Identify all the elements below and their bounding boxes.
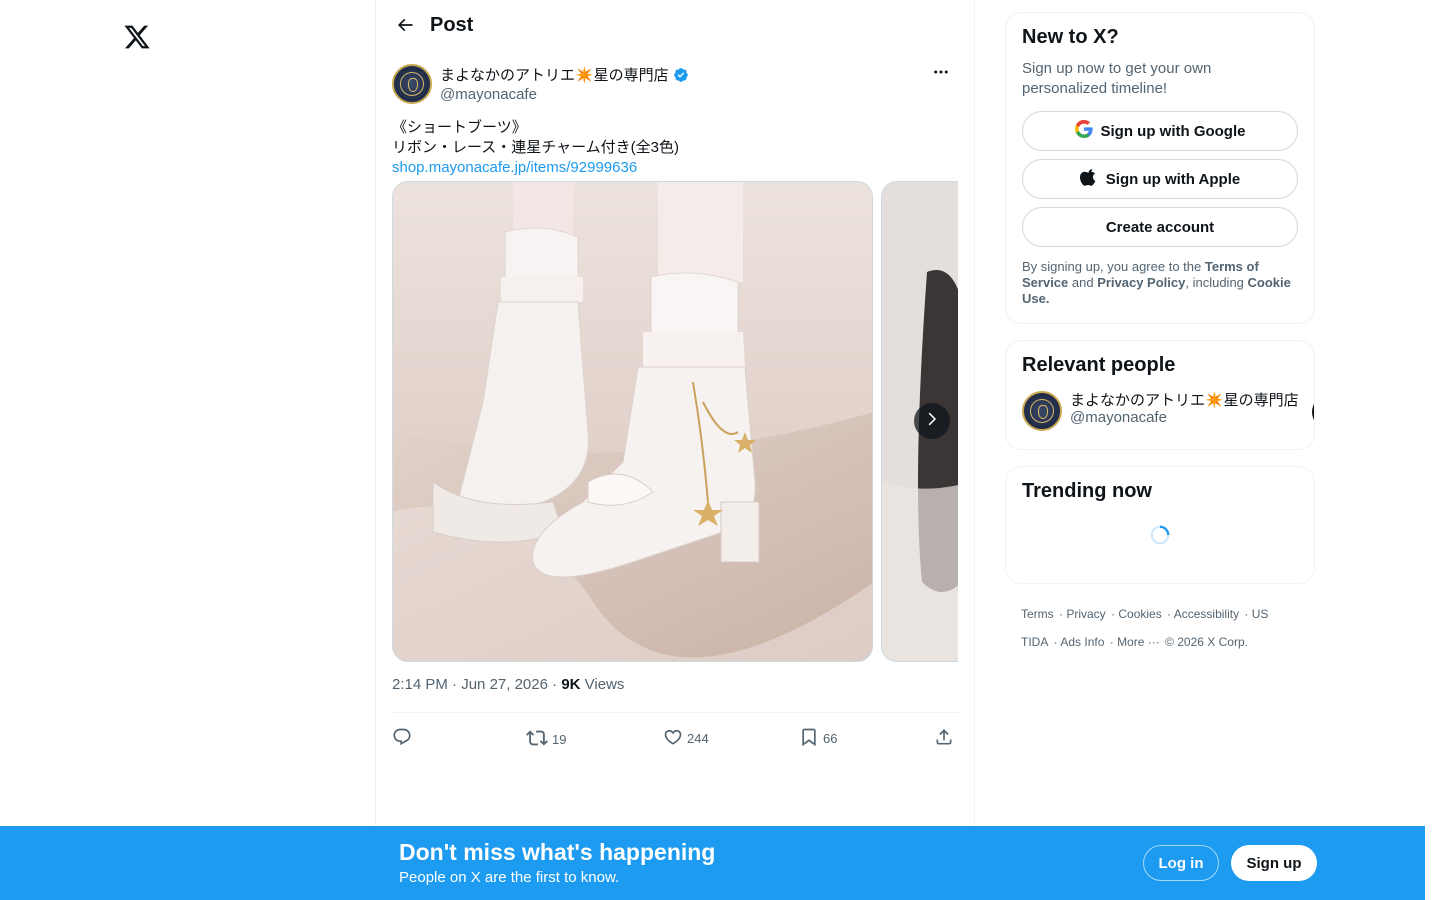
- post-actions: 19 244 66: [392, 713, 958, 765]
- more-horizontal-icon: [932, 63, 950, 86]
- right-sidebar: New to X? Sign up now to get your own pe…: [1005, 12, 1315, 656]
- post-time[interactable]: 2:14 PM: [392, 676, 448, 693]
- relevant-people-title: Relevant people: [1022, 354, 1176, 376]
- post-date[interactable]: Jun 27, 2026: [461, 676, 548, 693]
- signup-card: New to X? Sign up now to get your own pe…: [1005, 12, 1315, 324]
- main-column: Post まよなかのアトリエ✴️星の専門店 @mayonacafe 《ショートブ…: [375, 0, 975, 900]
- footer-link-terms[interactable]: Terms: [1021, 607, 1054, 621]
- trending-card: Trending now: [1005, 466, 1315, 584]
- relevant-person-handle[interactable]: @mayonacafe: [1070, 409, 1167, 426]
- chevron-right-icon: [923, 410, 941, 433]
- bookmark-icon: [799, 727, 819, 750]
- post-text-line: 《ショートブーツ》: [392, 119, 527, 136]
- google-icon: [1074, 120, 1093, 142]
- legal-including: , including: [1185, 275, 1248, 290]
- legal-prefix: By signing up, you agree to the: [1022, 259, 1205, 274]
- post-link[interactable]: shop.mayonacafe.jp/items/92999636: [392, 158, 958, 178]
- footer-link-privacy[interactable]: Privacy: [1066, 607, 1105, 621]
- post: まよなかのアトリエ✴️星の専門店 @mayonacafe 《ショートブーツ》 リ…: [392, 62, 958, 765]
- create-account-label: Create account: [1105, 218, 1215, 236]
- post-text-line: リボン・レース・連星チャーム付き(全3色): [392, 139, 679, 156]
- post-author-row: まよなかのアトリエ✴️星の専門店 @mayonacafe: [392, 62, 958, 108]
- arrow-left-icon: [395, 15, 415, 40]
- share-icon: [934, 727, 954, 750]
- avatar[interactable]: [392, 64, 432, 104]
- signup-button[interactable]: Sign up: [1231, 845, 1317, 881]
- footer-link-more[interactable]: More ···: [1117, 635, 1160, 649]
- media-carousel[interactable]: [392, 181, 958, 662]
- apple-signup-label: Sign up with Apple: [1105, 170, 1241, 188]
- footer-link-cookies[interactable]: Cookies: [1118, 607, 1161, 621]
- relevant-person-name[interactable]: まよなかのアトリエ✴️星の専門店: [1070, 389, 1299, 410]
- follow-button[interactable]: [1312, 395, 1314, 429]
- signup-prompt-bar: Don't miss what's happening People on X …: [0, 826, 1425, 900]
- author-handle[interactable]: @mayonacafe: [440, 86, 537, 103]
- signup-subtitle: Sign up now to get your own personalized…: [1022, 60, 1212, 97]
- media-image-boots-white[interactable]: [392, 181, 873, 662]
- google-signup-button[interactable]: Sign up with Google: [1022, 111, 1298, 151]
- meta-separator: ·: [452, 676, 462, 693]
- share-button[interactable]: [934, 727, 954, 750]
- signup-legal-text: By signing up, you agree to the Terms of…: [1022, 259, 1298, 307]
- repost-button[interactable]: 19: [526, 727, 566, 752]
- post-meta: 2:14 PM · Jun 27, 2026 · 9K Views: [392, 676, 958, 696]
- relevant-people-card: Relevant people まよなかのアトリエ✴️星の専門店 @mayona…: [1005, 340, 1315, 450]
- more-options-button[interactable]: [924, 62, 958, 86]
- bottom-bar-title: Don't miss what's happening: [399, 839, 716, 865]
- back-button[interactable]: [388, 10, 422, 44]
- trending-title: Trending now: [1022, 480, 1152, 502]
- post-text: 《ショートブーツ》 リボン・レース・連星チャーム付き(全3色) shop.may…: [392, 118, 958, 178]
- x-logo-icon[interactable]: [119, 19, 155, 55]
- meta-separator: ·: [552, 676, 562, 693]
- legal-and: and: [1068, 275, 1098, 290]
- login-button[interactable]: Log in: [1143, 845, 1219, 881]
- verified-badge-icon: [673, 67, 689, 83]
- footer-link-accessibility[interactable]: Accessibility: [1174, 607, 1239, 621]
- footer-link-ads-info[interactable]: Ads Info: [1060, 635, 1104, 649]
- author-display-name[interactable]: まよなかのアトリエ✴️星の専門店: [440, 64, 669, 85]
- heart-icon: [663, 727, 683, 750]
- google-signup-label: Sign up with Google: [1100, 122, 1246, 140]
- reply-button[interactable]: [392, 727, 416, 750]
- page-title: Post: [430, 14, 474, 36]
- left-nav: [0, 0, 376, 900]
- create-account-button[interactable]: Create account: [1022, 207, 1298, 247]
- avatar[interactable]: [1022, 391, 1062, 431]
- relevant-person[interactable]: まよなかのアトリエ✴️星の専門店 @mayonacafe: [1022, 389, 1314, 433]
- apple-signup-button[interactable]: Sign up with Apple: [1022, 159, 1298, 199]
- repost-count: 19: [552, 732, 567, 747]
- views-count: 9K: [561, 676, 581, 693]
- carousel-next-button[interactable]: [914, 403, 950, 439]
- bottom-bar-subtitle: People on X are the first to know.: [399, 869, 620, 886]
- footer-copyright: © 2026 X Corp.: [1165, 635, 1248, 649]
- repost-icon: [526, 727, 548, 752]
- post-header: Post: [376, 0, 974, 53]
- reply-icon: [392, 727, 412, 750]
- bookmark-button[interactable]: 66: [799, 727, 837, 750]
- like-count: 244: [687, 731, 709, 746]
- like-button[interactable]: 244: [663, 727, 709, 750]
- loading-spinner-icon: [1022, 503, 1298, 567]
- signup-title: New to X?: [1022, 26, 1119, 48]
- bookmark-count: 66: [823, 731, 838, 746]
- author-name[interactable]: まよなかのアトリエ✴️星の専門店: [440, 64, 689, 85]
- footer-links: Terms · Privacy · Cookies · Accessibilit…: [1021, 607, 1269, 649]
- privacy-link[interactable]: Privacy Policy: [1097, 275, 1185, 290]
- apple-icon: [1079, 168, 1098, 190]
- views-label: Views: [584, 676, 625, 693]
